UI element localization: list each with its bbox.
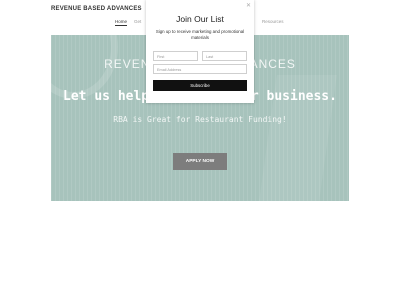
nav-resources[interactable]: Resources [262, 19, 284, 24]
popup-title: Join Our List [176, 14, 224, 24]
close-icon[interactable]: ✕ [246, 3, 251, 9]
nav-get[interactable]: Get [134, 19, 141, 24]
first-name-field[interactable]: First [153, 51, 198, 61]
newsletter-popup: ✕ Join Our List Sign up to receive marke… [146, 0, 254, 103]
last-name-field[interactable]: Last [202, 51, 247, 61]
hero-subheadline: RBA is Great for Restaurant Funding! [113, 115, 287, 124]
nav-home[interactable]: Home [115, 19, 128, 26]
apply-now-button[interactable]: APPLY NOW [173, 153, 227, 170]
popup-subtitle: Sign up to receive marketing and promoti… [155, 29, 245, 40]
subscribe-button[interactable]: Subscribe [153, 80, 247, 91]
email-field[interactable]: Email Address [153, 64, 247, 74]
site-logo[interactable]: REVENUE BASED ADVANCES [51, 6, 142, 12]
